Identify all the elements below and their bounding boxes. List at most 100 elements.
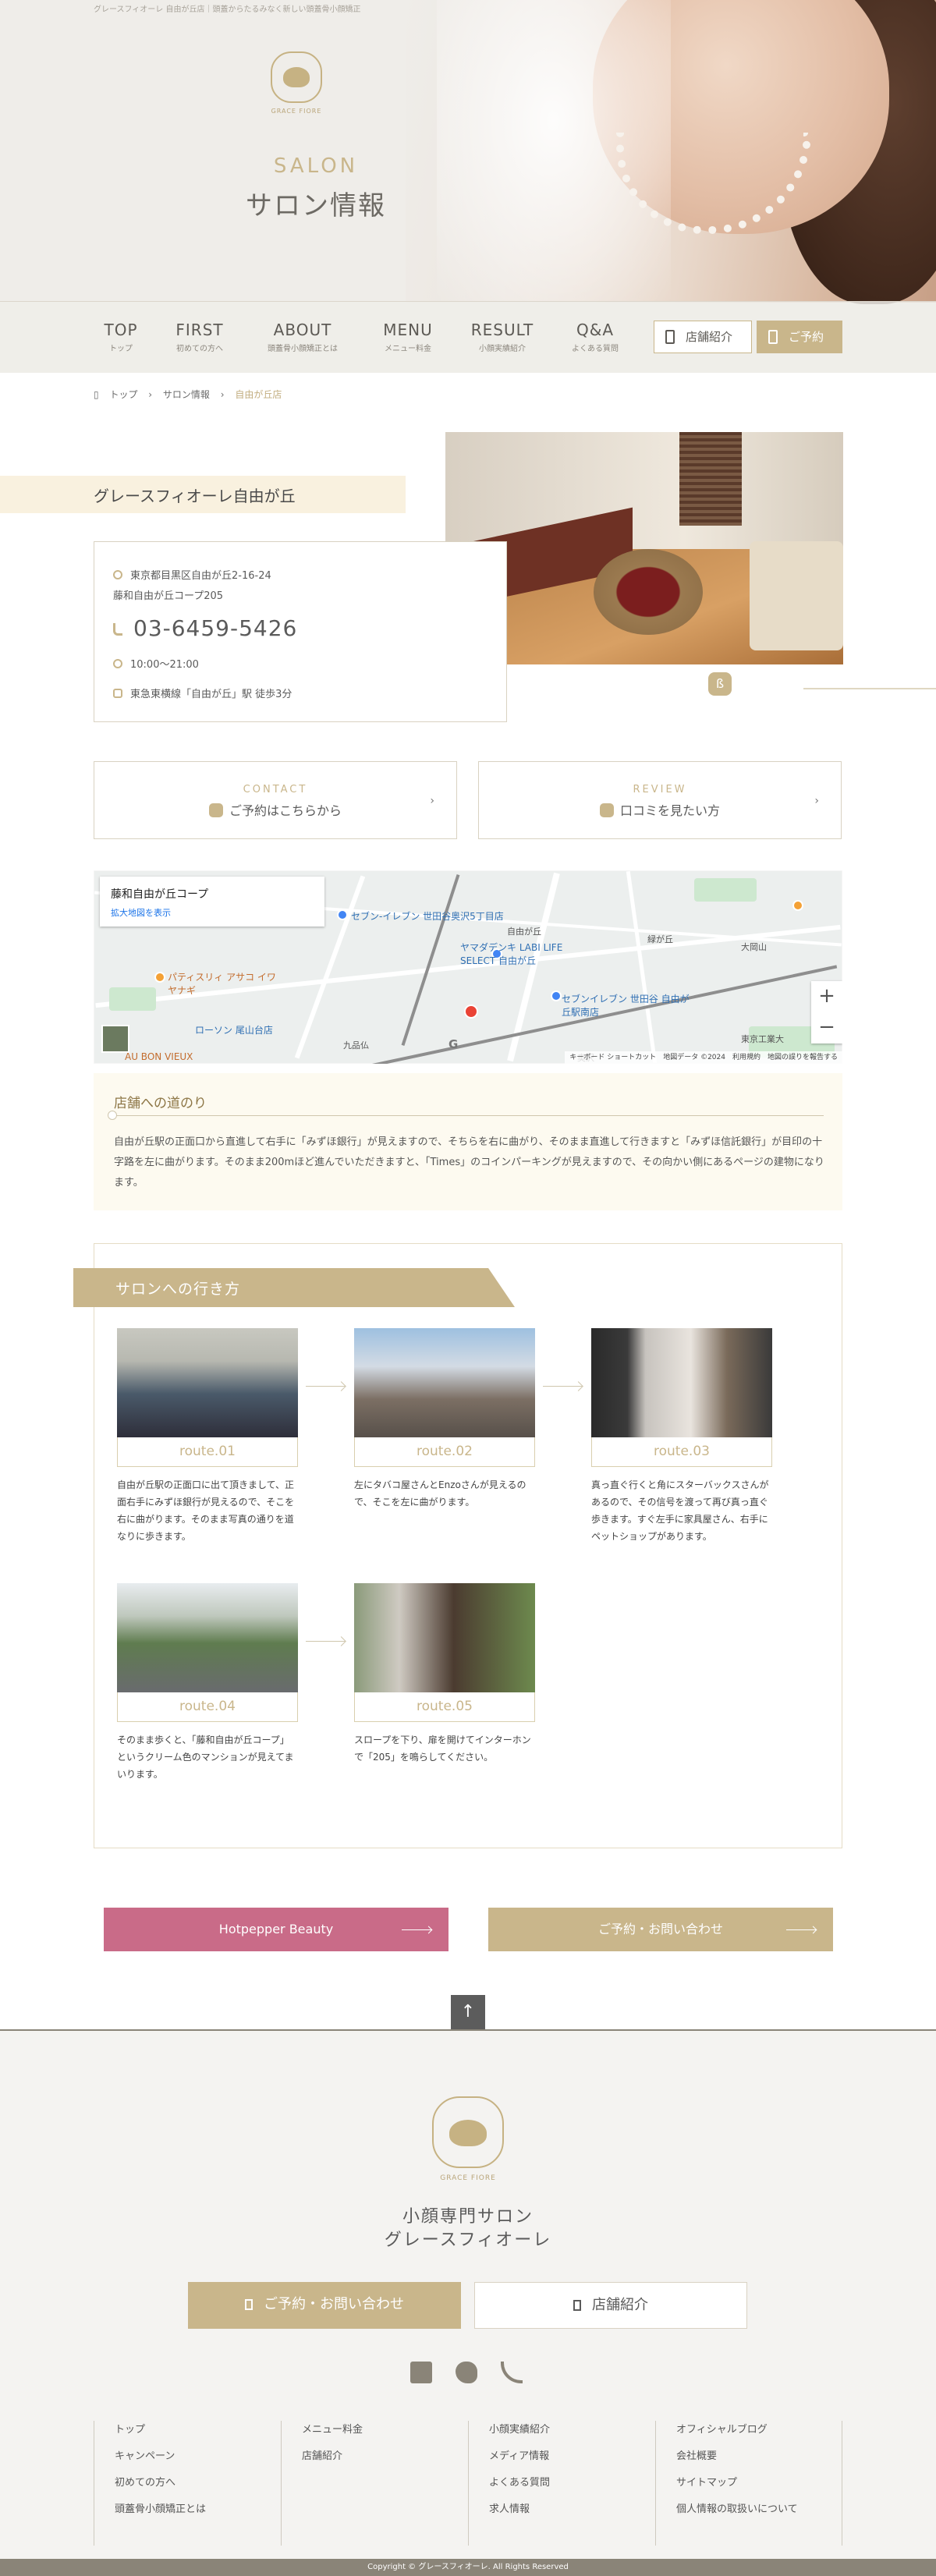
map-label: 東京工業大	[741, 1034, 784, 1044]
phone-icon	[573, 2300, 581, 2311]
address-line-2: 藤和自由が丘コープ205	[113, 590, 224, 602]
google-map[interactable]: セブン-イレブン 世田谷奥沢5丁目店 ヤマダデンキ LABI LIFE SELE…	[94, 870, 842, 1064]
divider-dot	[108, 1111, 117, 1120]
hours-text: 10:00〜21:00	[130, 659, 199, 671]
nav-item-result[interactable]: RESULT 小顔実績紹介	[465, 321, 540, 353]
nav-label-en: MENU	[383, 321, 433, 339]
access-text: 自由が丘駅の正面口から直進して右手に「みずほ銀行」が見えますので、そちらを右に曲…	[114, 1136, 824, 1189]
station-access: 東急東横線「自由が丘」駅 徒歩3分	[113, 686, 292, 700]
route-photo	[354, 1328, 535, 1437]
nav-label-jp: よくある質問	[572, 345, 619, 353]
zoom-out-button[interactable]: −	[811, 1012, 842, 1044]
footer-link-media[interactable]: メディア情報	[489, 2450, 655, 2463]
footer-name-line-1: 小顔専門サロン	[402, 2207, 534, 2227]
page-title: サロン情報	[246, 190, 386, 221]
footer-link-campaign[interactable]: キャンペーン	[115, 2450, 281, 2463]
phone-number[interactable]: 03-6459-5426	[113, 615, 297, 641]
route-step-3: route.03 真っ直ぐ行くと角にスターバックスさんがあるので、その信号を渡っ…	[591, 1328, 772, 1545]
footer-column-2: メニュー料金 店舗紹介	[281, 2421, 468, 2546]
map-label: ヤマダデンキ LABI LIFE SELECT 自由が丘	[460, 942, 563, 966]
route-desc: そのまま歩くと、「藤和自由が丘コープ」というクリーム色のマンションが見えてまいり…	[117, 1734, 294, 1780]
shop-name: グレースフィオーレ自由が丘	[94, 487, 296, 505]
breadcrumb: ▯ トップ › サロン情報 › 自由が丘店	[94, 388, 289, 401]
breadcrumb-salon[interactable]: サロン情報	[163, 389, 210, 400]
rss-icon[interactable]	[501, 2362, 523, 2383]
breadcrumb-top[interactable]: トップ	[109, 389, 137, 400]
map-label: 九品仏	[343, 1040, 369, 1051]
page-title-en: SALON	[273, 154, 359, 178]
copyright: Copyright © グレースフィオーレ. All Rights Reserv…	[0, 2559, 936, 2576]
zoom-in-button[interactable]: +	[811, 981, 842, 1012]
map-label: 自由が丘	[507, 927, 541, 937]
shop-info-box: 東京都目黒区自由が丘2-16-24 藤和自由が丘コープ205 03-6459-5…	[94, 541, 507, 722]
breadcrumb-separator: ›	[148, 389, 153, 400]
satellite-toggle[interactable]	[101, 1025, 129, 1053]
footer-link-menu[interactable]: メニュー料金	[302, 2424, 468, 2436]
map-marker-icon[interactable]	[464, 1005, 478, 1019]
arrow-right-icon	[786, 1929, 816, 1930]
phone-icon	[665, 330, 675, 344]
footer-logo-text: GRACE FIORE	[440, 2174, 496, 2182]
review-label-en: REVIEW	[633, 784, 687, 795]
nav-item-qa[interactable]: Q&A よくある質問	[562, 321, 629, 353]
nav-label-jp: 初めての方へ	[176, 345, 223, 353]
footer-link-recruit[interactable]: 求人情報	[489, 2503, 655, 2516]
arrow-right-icon	[543, 1386, 582, 1387]
review-link-box[interactable]: REVIEW 口コミを見たい方 ›	[478, 761, 842, 839]
footer-reserve-label: ご予約・お問い合わせ	[264, 2296, 404, 2312]
nav-item-menu[interactable]: MENU メニュー料金	[373, 321, 443, 353]
nav-label-en: TOP	[104, 321, 138, 339]
map-attribution[interactable]: キーボード ショートカット 地図データ ©2024 利用規約 地図の誤りを報告す…	[565, 1051, 842, 1064]
footer-link-about[interactable]: 頭蓋骨小顔矯正とは	[115, 2503, 281, 2516]
footer-name-line-2: グレースフィオーレ	[384, 2231, 552, 2250]
back-to-top-button[interactable]: ↑	[451, 1995, 485, 2029]
nav-label-en: RESULT	[470, 321, 534, 339]
nav-reserve-label: ご予約	[789, 330, 824, 344]
twitter-icon[interactable]	[456, 2362, 477, 2383]
contact-label-en: CONTACT	[243, 784, 308, 795]
footer-link-first[interactable]: 初めての方へ	[115, 2477, 281, 2489]
footer-link-sitemap[interactable]: サイトマップ	[676, 2477, 842, 2489]
address-line-1: 東京都目黒区自由が丘2-16-24	[113, 567, 271, 582]
arrow-right-icon	[306, 1386, 345, 1387]
hotpepper-button[interactable]: Hotpepper Beauty	[104, 1908, 448, 1951]
footer-link-result[interactable]: 小顔実績紹介	[489, 2424, 655, 2436]
map-label: 緑が丘	[647, 934, 673, 944]
phone-text: 03-6459-5426	[133, 615, 298, 641]
facebook-icon[interactable]	[410, 2362, 432, 2383]
footer-link-privacy[interactable]: 個人情報の取扱いについて	[676, 2503, 842, 2516]
map-enlarge-link[interactable]: 拡大地図を表示	[111, 906, 314, 919]
nav-label-en: FIRST	[176, 321, 224, 339]
nav-item-first[interactable]: FIRST 初めての方へ	[167, 321, 232, 353]
route-label: route.02	[354, 1437, 535, 1467]
social-links	[410, 2362, 535, 2385]
contact-link-box[interactable]: CONTACT ご予約はこちらから ›	[94, 761, 457, 839]
site-logo[interactable]: GRACE FIORE	[265, 51, 328, 126]
calendar-icon	[768, 330, 778, 344]
footer-link-shop[interactable]: 店舗紹介	[302, 2450, 468, 2463]
footer-link-blog[interactable]: オフィシャルブログ	[676, 2424, 842, 2436]
contact-button[interactable]: ご予約・お問い合わせ	[488, 1908, 833, 1951]
nav-label-jp: 小顔実績紹介	[479, 345, 526, 353]
route-title: サロンへの行き方	[115, 1281, 241, 1298]
footer-link-top[interactable]: トップ	[115, 2424, 281, 2436]
nav-item-top[interactable]: TOP トップ	[101, 321, 140, 353]
footer-column-3: 小顔実績紹介 メディア情報 よくある質問 求人情報	[468, 2421, 655, 2546]
map-label: パティスリィ アサコ イワヤナギ	[168, 972, 276, 996]
nav-shop-button[interactable]: 店舗紹介	[654, 321, 752, 353]
footer-link-faq[interactable]: よくある質問	[489, 2477, 655, 2489]
nav-item-about[interactable]: ABOUT 頭蓋骨小顔矯正とは	[257, 321, 348, 353]
route-label: route.01	[117, 1437, 298, 1467]
nav-reserve-button[interactable]: ご予約	[757, 321, 842, 353]
divider	[112, 1115, 824, 1116]
map-label: セブン-イレブン 世田谷奥沢5丁目店	[351, 911, 504, 922]
footer-reserve-button[interactable]: ご予約・お問い合わせ	[188, 2282, 461, 2329]
station-text: 東急東横線「自由が丘」駅 徒歩3分	[130, 689, 292, 700]
footer-shop-button[interactable]: 店舗紹介	[474, 2282, 747, 2329]
footer-link-company[interactable]: 会社概要	[676, 2450, 842, 2463]
route-label: route.03	[591, 1437, 772, 1467]
footer-logo[interactable]: GRACE FIORE	[427, 2096, 509, 2182]
nav-label-jp: メニュー料金	[385, 345, 431, 353]
arrow-right-icon	[402, 1929, 431, 1930]
map-label: ローソン 尾山台店	[195, 1025, 273, 1036]
